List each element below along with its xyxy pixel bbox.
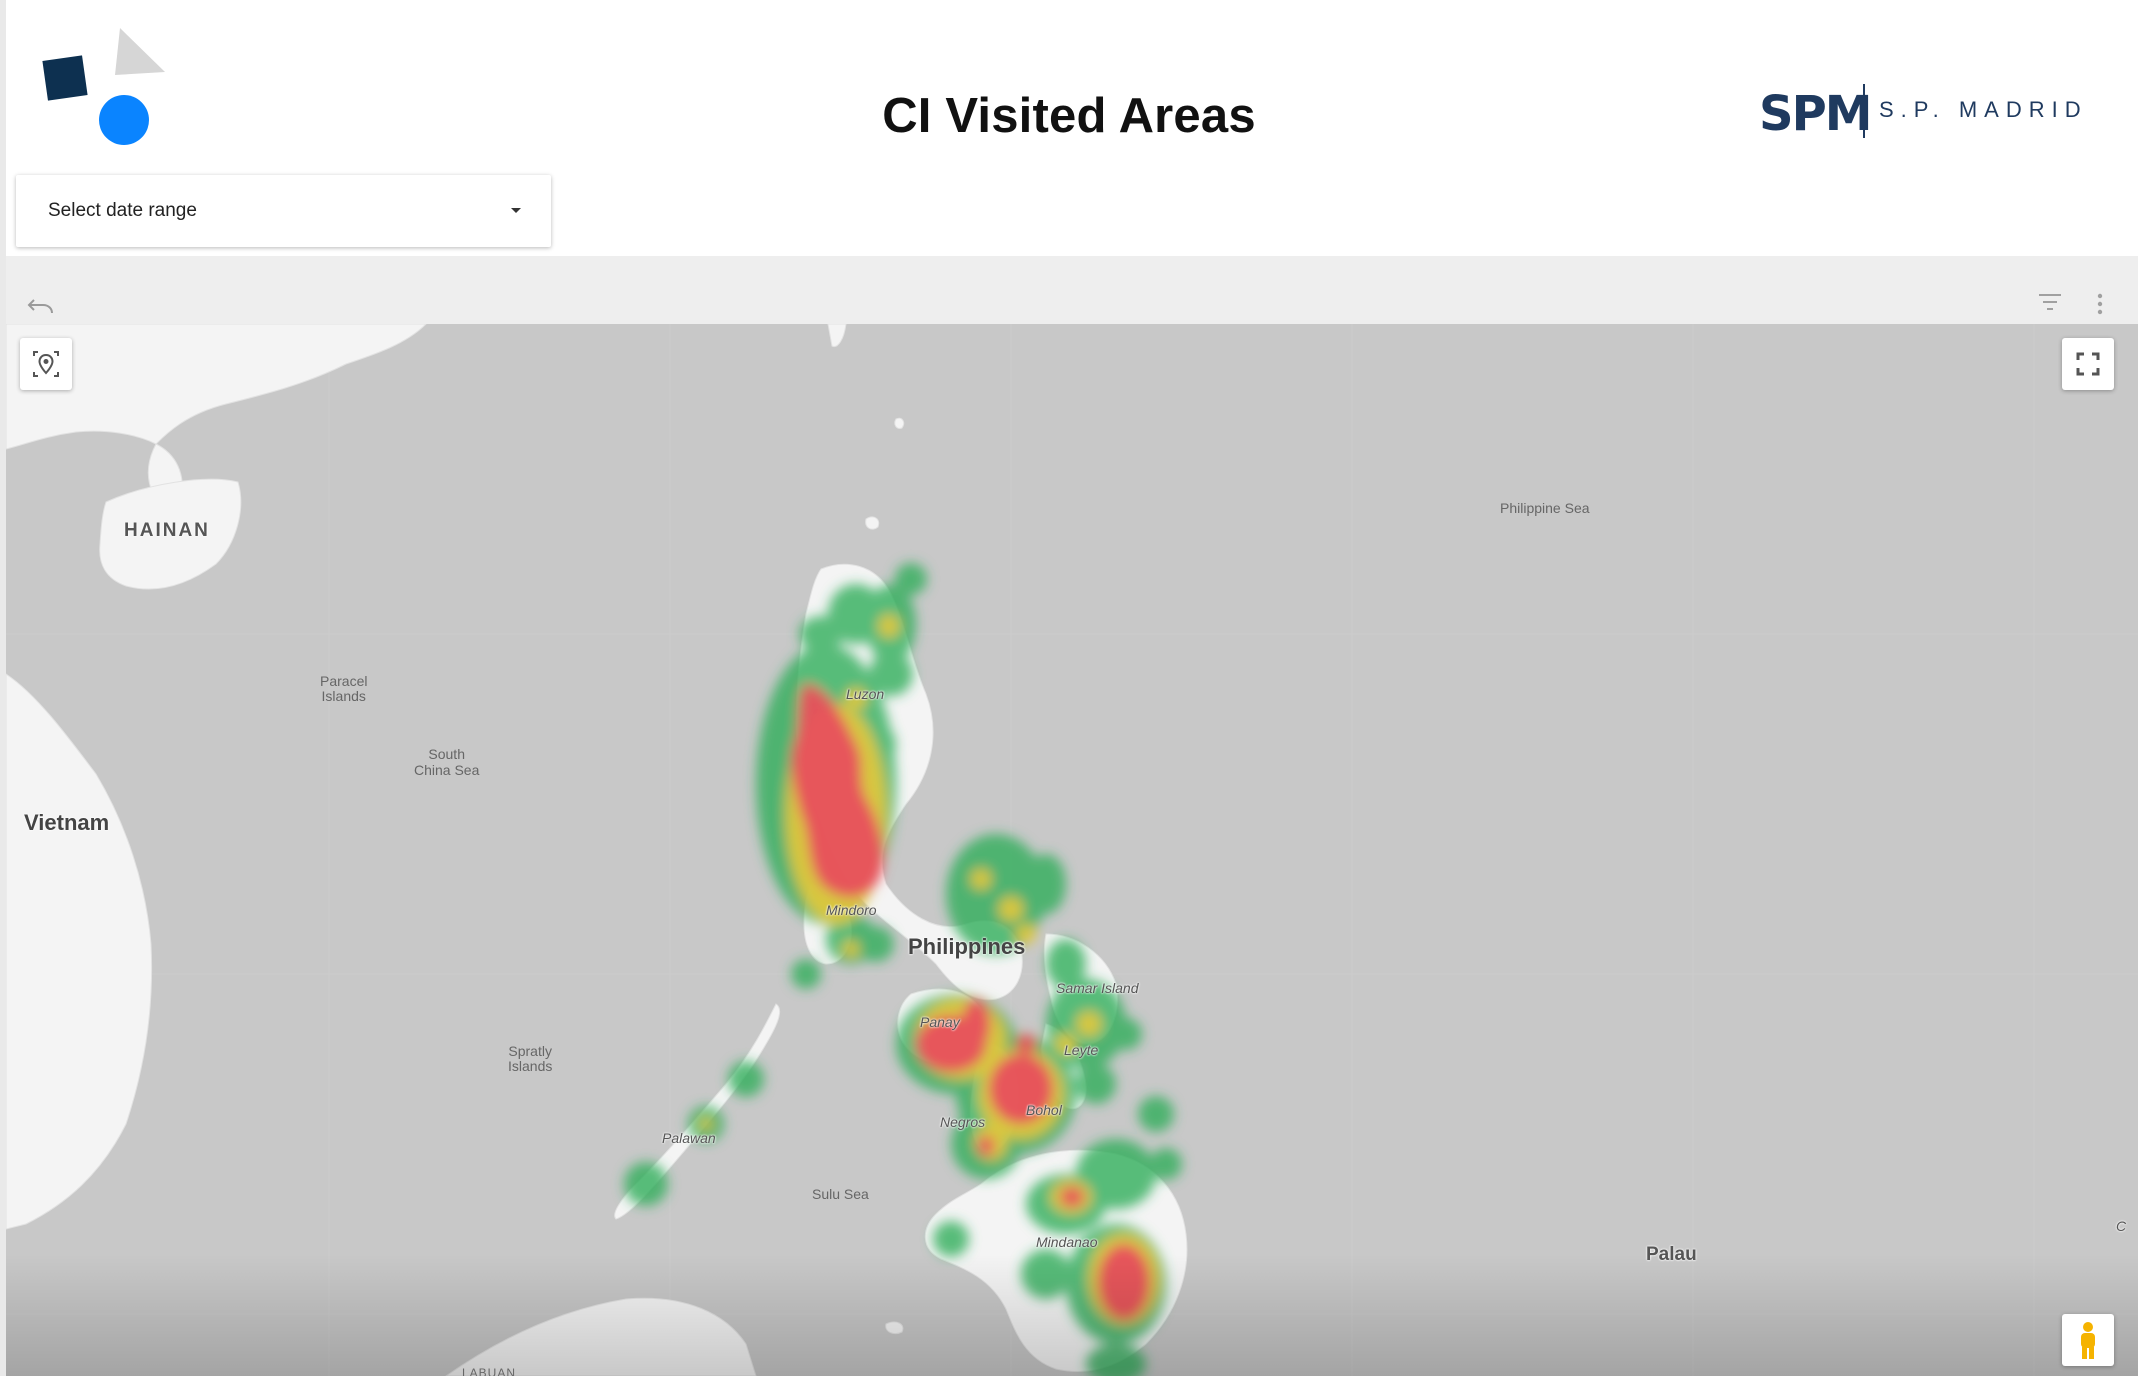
map-label-negros: Negros [940,1114,986,1130]
chevron-down-icon [511,208,521,213]
land-babuyan [865,516,880,530]
map-label-hainan: HAINAN [124,520,210,541]
brand-mark: SPM [1759,86,1873,142]
map-toolbar [6,256,2138,324]
map-label-mindoro: Mindoro [826,902,877,918]
map-label-palawan: Palawan [662,1130,716,1146]
heatmap-map[interactable]: HAINAN Paracel Islands South China Sea V… [6,324,2138,1376]
land-batanes [894,417,905,429]
more-vert-icon[interactable] [2094,292,2106,316]
fullscreen-icon [2076,352,2100,376]
brand-divider [1863,84,1865,138]
land-taiwan-tip [827,324,847,348]
map-label-bohol: Bohol [1026,1102,1062,1118]
map-label-mindanao: Mindanao [1036,1234,1098,1250]
map-label-panay: Panay [920,1014,960,1030]
map-label-spratly-text: Spratly Islands [508,1043,553,1074]
map-label-edge-c: C [2116,1218,2127,1234]
map-label-spratly: Spratly Islands [508,1044,552,1074]
street-view-button[interactable] [2062,1314,2114,1366]
map-label-south-china-sea-text: South China Sea [414,746,480,778]
filter-icon[interactable] [2038,292,2064,312]
street-view-pegman-icon [2081,1322,2095,1359]
map-label-labuan: LABUAN [462,1366,517,1376]
locate-pin-icon [33,351,59,377]
map-label-paracel: Paracel Islands [320,674,367,704]
brand-logo: SPM S.P. MADRID [1755,80,2095,142]
map-label-luzon: Luzon [846,686,885,702]
date-range-label: Select date range [48,200,197,221]
undo-icon[interactable] [26,294,56,318]
logo-triangle [115,28,165,75]
map-label-philippines: Philippines [908,934,1026,959]
brand-name: S.P. MADRID [1879,97,2088,122]
map-label-leyte: Leyte [1064,1042,1099,1058]
map-label-palau: Palau [1646,1244,1697,1265]
locate-button[interactable] [20,338,72,390]
map-label-south-china-sea: South China Sea [414,746,479,778]
map-label-paracel-text: Paracel Islands [320,673,368,704]
map-label-samar: Samar Island [1056,980,1139,996]
date-range-select[interactable]: Select date range [16,175,551,247]
map-label-sulu-sea: Sulu Sea [812,1186,869,1202]
map-label-philippine-sea: Philippine Sea [1500,500,1590,516]
map-label-vietnam: Vietnam [24,810,110,835]
land-vietnam [6,673,153,1230]
map-bottom-shade [6,1254,2138,1376]
fullscreen-button[interactable] [2062,338,2114,390]
